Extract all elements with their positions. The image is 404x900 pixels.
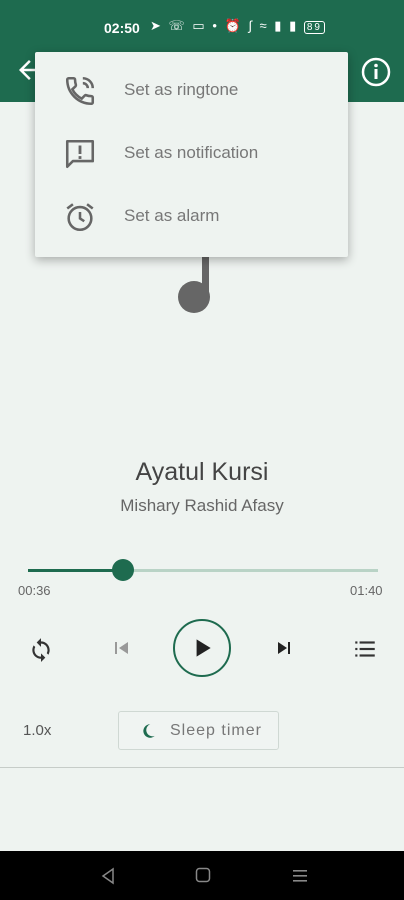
alarm-icon: ⏰: [224, 18, 243, 33]
menu-item-alarm[interactable]: Set as alarm: [35, 186, 348, 248]
seek-progress: [28, 569, 123, 572]
sleep-timer-label: Sleep timer: [170, 722, 262, 739]
seek-bar[interactable]: [28, 559, 378, 581]
signal-icon: ▮: [274, 18, 284, 33]
divider: [0, 767, 404, 768]
moon-icon: [143, 724, 155, 738]
menu-label: Set as ringtone: [124, 80, 239, 99]
menu-label: Set as notification: [124, 143, 259, 162]
status-bar: 02:50 ➤ ☏ ▭ • ⏰ ∫ ≈ ▮ ▮ 89: [0, 0, 404, 40]
track-title: Ayatul Kursi: [135, 458, 269, 486]
music-note-icon: [178, 257, 210, 313]
options-menu: Set as ringtone Set as notification Set …: [35, 52, 348, 257]
track-artist: Mishary Rashid Afasy: [120, 496, 284, 515]
menu-label: Set as alarm: [124, 206, 220, 225]
system-nav-bar: [0, 851, 404, 900]
telegram-icon: ➤: [150, 18, 163, 33]
status-icons: ➤ ☏ ▭ • ⏰ ∫ ≈ ▮ ▮ 89: [150, 18, 325, 34]
signal-icon: ▮: [289, 18, 299, 33]
status-time: 02:50: [104, 20, 140, 36]
dot-icon: •: [212, 18, 219, 33]
nav-home-icon[interactable]: [195, 867, 211, 883]
menu-item-ringtone[interactable]: Set as ringtone: [35, 60, 348, 122]
current-time: 00:36: [18, 583, 51, 598]
previous-button[interactable]: [110, 636, 134, 660]
battery-icon: 89: [303, 21, 325, 34]
bluetooth-icon: ∫: [248, 18, 254, 33]
play-icon: [196, 639, 211, 657]
seek-thumb[interactable]: [111, 559, 134, 581]
playlist-button[interactable]: [352, 636, 378, 662]
wifi-icon: ≈: [259, 18, 269, 33]
nav-back-icon[interactable]: [98, 866, 118, 886]
sleep-timer-button[interactable]: Sleep timer: [118, 711, 279, 750]
playback-speed-button[interactable]: 1.0x: [23, 722, 51, 739]
repeat-button[interactable]: [28, 636, 54, 662]
phone-ringtone-icon: [65, 76, 95, 106]
play-button[interactable]: [173, 619, 231, 677]
nav-recent-icon[interactable]: [291, 867, 309, 885]
whatsapp-icon: ☏: [168, 18, 187, 33]
total-time: 01:40: [350, 583, 383, 598]
next-button[interactable]: [272, 636, 296, 660]
info-icon[interactable]: [360, 56, 392, 88]
message-icon: ▭: [192, 18, 207, 33]
menu-item-notification[interactable]: Set as notification: [35, 123, 348, 185]
notification-icon: [65, 139, 95, 169]
alarm-clock-icon: [66, 203, 94, 232]
